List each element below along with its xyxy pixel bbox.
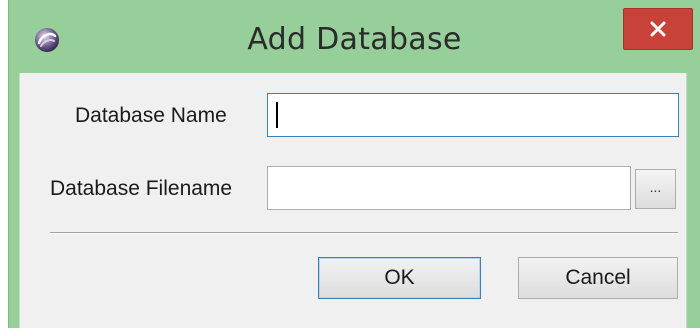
divider (50, 232, 678, 234)
title-bar[interactable]: Add Database (9, 0, 700, 84)
close-icon (650, 21, 666, 37)
database-name-label: Database Name (75, 104, 227, 127)
database-filename-input[interactable] (267, 166, 631, 210)
close-button[interactable] (623, 8, 693, 50)
database-name-input[interactable] (267, 93, 679, 137)
database-filename-label: Database Filename (50, 177, 233, 200)
cancel-button[interactable]: Cancel (518, 257, 678, 299)
dialog-body: Database Name Database Filename ... OK C… (19, 73, 687, 328)
window-title: Add Database (247, 22, 462, 57)
ok-button[interactable]: OK (318, 257, 481, 299)
text-caret (276, 102, 278, 128)
add-database-dialog: Add Database Database Name Database File… (8, 0, 700, 328)
browse-button[interactable]: ... (635, 169, 676, 209)
